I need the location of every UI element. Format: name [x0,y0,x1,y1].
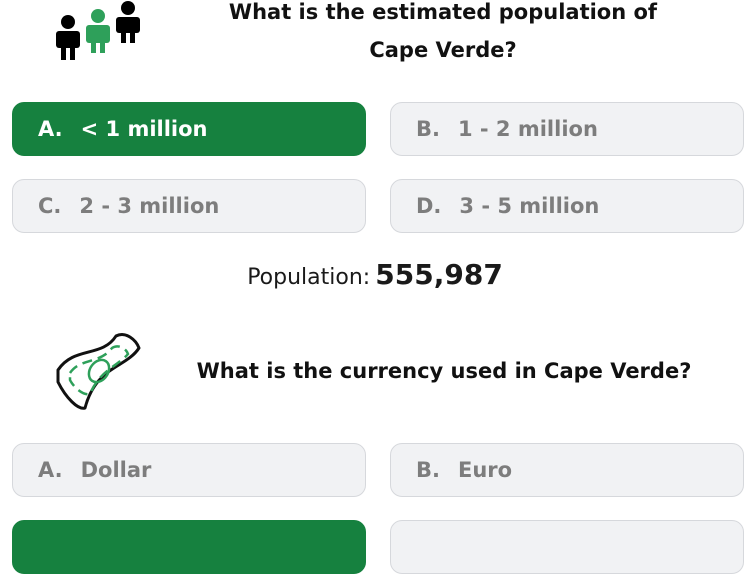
option-label: 3 - 5 million [459,194,600,218]
option-d[interactable]: D. 3 - 5 million [390,179,744,233]
option-a[interactable]: A. < 1 million [12,102,366,156]
banknote-icon [52,326,144,422]
option-letter: A. [38,117,63,141]
option-label: Dollar [80,458,152,482]
question-1-text: What is the estimated population of Cape… [228,0,658,62]
option-label: < 1 million [80,117,208,141]
option-letter: D. [416,194,442,218]
option-a[interactable]: A. Dollar [12,443,366,497]
option-b[interactable]: B. Euro [390,443,744,497]
option-letter: A. [38,458,63,482]
population-label: Population: [247,265,371,290]
population-value: 555,987 [375,258,503,291]
option-letter: B. [416,117,440,141]
option-letter: B. [416,458,440,482]
option-label: 1 - 2 million [457,117,598,141]
option-d[interactable] [390,520,744,574]
option-c[interactable] [12,520,366,574]
question-2-text: What is the currency used in Cape Verde? [196,359,692,383]
option-label: Euro [457,458,513,482]
population-answer: Population: 555,987 [0,258,750,291]
option-c[interactable]: C. 2 - 3 million [12,179,366,233]
option-letter: C. [38,194,62,218]
option-label: 2 - 3 million [79,194,220,218]
people-icon [52,0,144,66]
option-b[interactable]: B. 1 - 2 million [390,102,744,156]
